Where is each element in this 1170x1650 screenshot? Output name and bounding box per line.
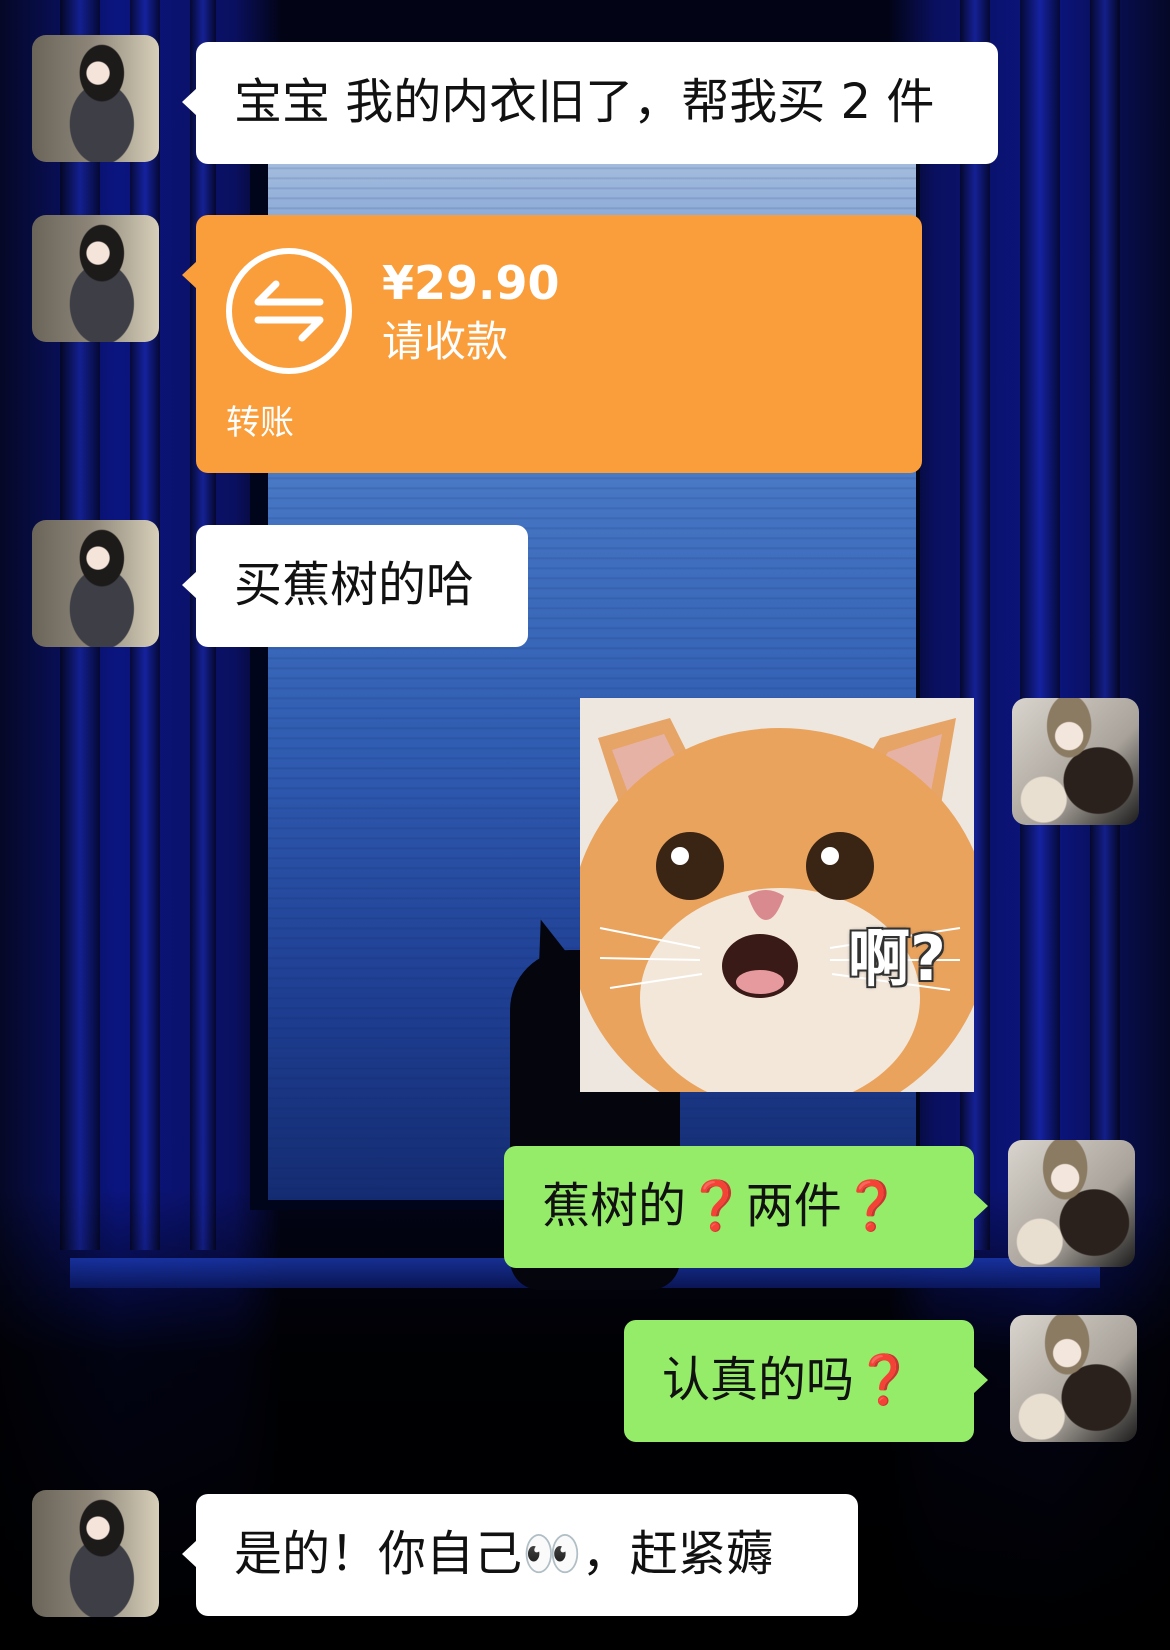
message-text: 宝宝 我的内衣旧了，帮我买 2 件 [234, 74, 935, 130]
sticker-caption: 啊? [848, 922, 946, 995]
question-mark-emoji: ❓ [686, 1178, 746, 1234]
message-text: 蕉树的 [542, 1178, 687, 1234]
contact-avatar[interactable] [32, 1490, 159, 1617]
transfer-amount: ¥29.90 [382, 256, 560, 310]
message-bubble[interactable]: 宝宝 我的内衣旧了，帮我买 2 件 [182, 42, 998, 164]
message-text: 两件 [745, 1178, 842, 1234]
contact-avatar[interactable] [32, 215, 159, 342]
contact-avatar[interactable] [32, 35, 159, 162]
contact-avatar[interactable] [32, 520, 159, 647]
cat-face-image [580, 698, 974, 1092]
transfer-card[interactable]: ¥29.90 请收款 转账 [182, 215, 922, 473]
question-mark-emoji: ❓ [841, 1178, 902, 1234]
my-avatar[interactable] [1008, 1140, 1135, 1267]
eyes-emoji: 👀 [522, 1526, 582, 1582]
my-avatar[interactable] [1012, 698, 1139, 825]
message-text: 买蕉树的哈 [234, 557, 475, 613]
message-text: 是的！你自己 [234, 1526, 523, 1582]
message-text: ，赶紧薅 [581, 1526, 774, 1582]
message-bubble[interactable]: 是的！你自己👀，赶紧薅 [182, 1494, 858, 1616]
cat-sticker[interactable]: 啊? [580, 698, 974, 1092]
message-bubble[interactable]: 买蕉树的哈 [182, 525, 528, 647]
message-bubble[interactable]: 蕉树的❓两件❓ [504, 1146, 988, 1268]
my-avatar[interactable] [1010, 1315, 1137, 1442]
transfer-arrows-icon [226, 248, 352, 374]
transfer-label: 转账 [226, 403, 294, 443]
transfer-status: 请收款 [382, 317, 509, 366]
message-text: 认真的吗 [662, 1352, 855, 1408]
chat-window: 宝宝 我的内衣旧了，帮我买 2 件 ¥29.90 请收款 转账 买蕉树的哈 啊?… [0, 0, 1170, 1650]
message-bubble[interactable]: 认真的吗❓ [624, 1320, 988, 1442]
question-mark-emoji: ❓ [854, 1352, 914, 1408]
